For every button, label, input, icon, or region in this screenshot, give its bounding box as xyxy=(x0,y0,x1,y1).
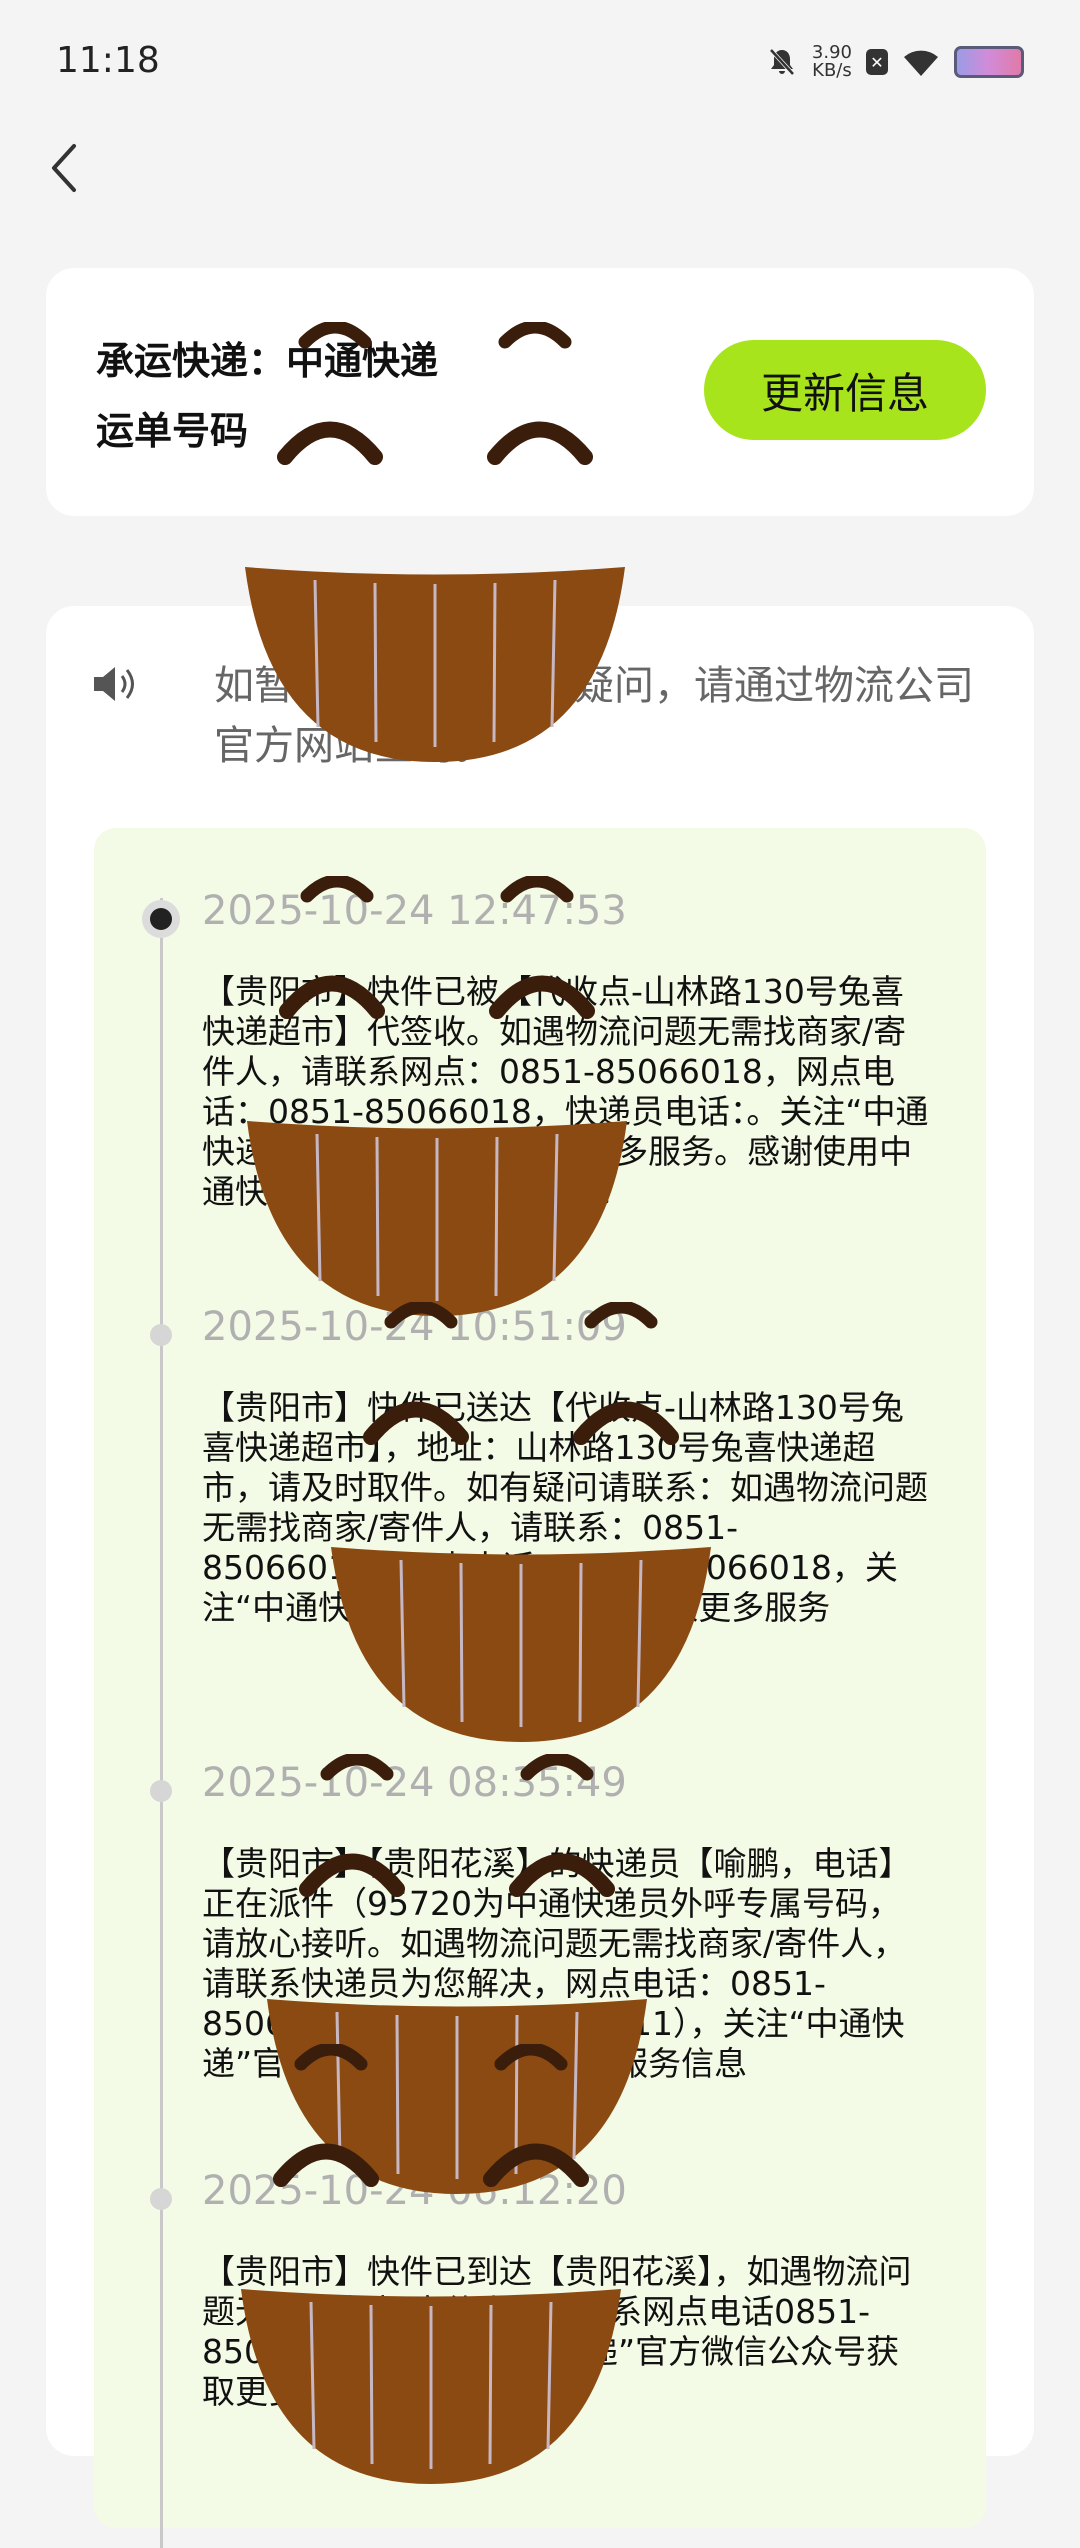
status-bar: 11:18 3.90 KB/s ✕ xyxy=(0,0,1080,120)
battery-icon xyxy=(954,46,1024,78)
grinning-face-icon xyxy=(286,1302,756,1772)
timeline-line xyxy=(160,898,163,2548)
grinning-face-icon xyxy=(202,876,672,1346)
status-time: 11:18 xyxy=(56,40,160,81)
update-info-button[interactable]: 更新信息 xyxy=(704,340,986,440)
mute-bell-icon xyxy=(769,48,795,76)
back-arrow-icon[interactable] xyxy=(46,138,86,198)
timeline-dot xyxy=(150,1324,172,1346)
notification-x-icon: ✕ xyxy=(866,49,888,75)
grinning-face-icon xyxy=(200,322,670,792)
wifi-icon xyxy=(904,50,938,76)
status-icons: 3.90 KB/s ✕ xyxy=(766,40,1024,84)
network-speed: 3.90 KB/s xyxy=(811,42,852,81)
speaker-icon xyxy=(94,667,134,701)
timeline-dot-active xyxy=(150,908,172,930)
timeline-dot xyxy=(150,1780,172,1802)
grinning-face-icon xyxy=(196,2044,666,2514)
timeline-dot xyxy=(150,2188,172,2210)
